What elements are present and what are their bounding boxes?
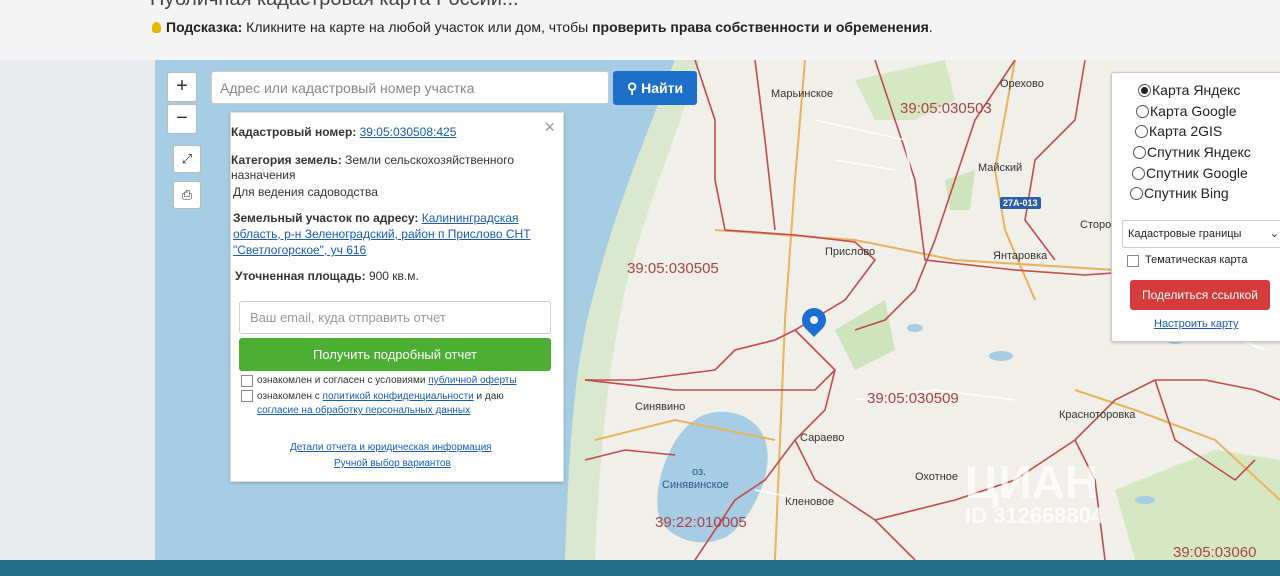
offer-text: ознакомлен и согласен с условиями: [257, 375, 429, 386]
place-label: Марьинское: [771, 88, 834, 100]
layer-option-google-map[interactable]: Карта Google: [1136, 103, 1237, 119]
address-link-cont[interactable]: область, р-н Зеленоградский, район п При…: [233, 227, 531, 241]
configure-map-link[interactable]: Настроить карту: [1154, 318, 1239, 330]
land-category-label: Категория земель:: [231, 153, 342, 167]
layer-option-2gis-map[interactable]: Карта 2GIS: [1135, 123, 1222, 139]
manual-select-link[interactable]: Ручной выбор вариантов: [334, 458, 451, 469]
privacy-text: ознакомлен с: [257, 391, 323, 402]
hint-bold: проверить права собственности и обремене…: [592, 19, 929, 35]
layer-option-yandex-satellite[interactable]: Спутник Яндекс: [1133, 144, 1251, 160]
watermark-logo: ЦИАН: [965, 456, 1099, 508]
lake-label: Синявинское: [662, 479, 729, 491]
layer-option-yandex-map[interactable]: Карта Яндекс: [1138, 82, 1240, 98]
overlay-select[interactable]: Кадастровые границы ⌄: [1122, 220, 1280, 248]
place-label: Красноторовка: [1059, 409, 1136, 421]
zoom-out-button[interactable]: −: [167, 104, 197, 134]
lightbulb-icon: [152, 22, 161, 33]
radio-icon[interactable]: [1130, 187, 1143, 200]
privacy-text-end: и даю: [473, 391, 504, 402]
print-icon[interactable]: ⎙: [173, 181, 201, 209]
get-report-button[interactable]: Получить подробный отчет: [239, 338, 551, 371]
place-label: Майский: [978, 162, 1023, 174]
watermark: ЦИАН ID 312668804: [965, 455, 1103, 529]
place-label: Синявино: [635, 401, 686, 413]
place-label: Орехово: [1000, 78, 1044, 90]
email-field[interactable]: [239, 301, 551, 334]
place-label: Янтаровка: [993, 250, 1048, 262]
cadastral-quarter-label: 39:05:030505: [627, 260, 719, 277]
fullscreen-icon[interactable]: ⤢: [173, 145, 201, 173]
radio-icon[interactable]: [1133, 146, 1146, 159]
land-category-value: Земли сельскохозяйственного: [345, 153, 515, 167]
hint-body: Кликните на карте на любой участок или д…: [242, 19, 593, 35]
area-value: 900 кв.м.: [368, 269, 419, 283]
privacy-checkbox[interactable]: [241, 390, 253, 402]
search-button[interactable]: ⚲ Найти: [613, 71, 697, 105]
cadastral-quarter-label: 39:05:030509: [867, 390, 959, 407]
cadastral-quarter-label: 39:05:030503: [900, 100, 992, 117]
close-icon[interactable]: ×: [544, 117, 555, 138]
privacy-link[interactable]: политикой конфиденциальности: [323, 391, 474, 402]
hint-end: .: [928, 19, 933, 35]
radio-icon[interactable]: [1136, 105, 1149, 118]
thematic-map-label: Тематическая карта: [1145, 254, 1248, 266]
cadastral-quarter-label: 39:22:010005: [655, 514, 747, 531]
radio-icon[interactable]: [1135, 125, 1148, 138]
parcel-info-card: × Кадастровый номер: 39:05:030508:425 Ка…: [230, 112, 564, 482]
lake-label: оз.: [692, 466, 707, 478]
place-label: Прислово: [825, 246, 876, 258]
offer-checkbox[interactable]: [241, 375, 253, 387]
search-input[interactable]: [211, 71, 609, 104]
bottom-bar: [0, 560, 1280, 576]
layer-option-bing-satellite[interactable]: Спутник Bing: [1130, 185, 1229, 201]
cadastral-number-link[interactable]: 39:05:030508:425: [360, 125, 457, 139]
place-label: Кленовое: [785, 496, 835, 508]
thematic-map-checkbox[interactable]: [1127, 255, 1139, 267]
address-link-cont[interactable]: "Светлогорское", уч 616: [233, 243, 366, 257]
address-link[interactable]: Калининградская: [422, 211, 519, 225]
land-usage: Для ведения садоводства: [233, 185, 378, 199]
chevron-down-icon: ⌄: [1269, 228, 1279, 240]
road-badge: 27А-013: [1000, 197, 1041, 209]
cadastral-quarter-label: 39:05:03060: [1173, 544, 1257, 560]
search-button-label: Найти: [641, 80, 684, 96]
page-header: Публичная кадастровая карта России... По…: [0, 0, 1280, 60]
search-icon: ⚲: [626, 80, 642, 96]
offer-link[interactable]: публичной оферты: [428, 375, 516, 386]
cadastral-number-label: Кадастровый номер:: [231, 125, 357, 139]
hint-label: Подсказка:: [166, 19, 243, 35]
page-title: Публичная кадастровая карта России...: [150, 0, 519, 11]
layer-option-google-satellite[interactable]: Спутник Google: [1132, 165, 1248, 181]
map-layers-panel: Карта Яндекс Карта Google Карта 2GIS Спу…: [1111, 72, 1280, 342]
watermark-id: ID 312668804: [965, 503, 1104, 528]
area-label: Уточненная площадь:: [235, 269, 366, 283]
place-label: Сараево: [800, 432, 845, 444]
radio-icon[interactable]: [1132, 167, 1145, 180]
consent-link[interactable]: согласие на обработку персональных данны…: [257, 405, 470, 416]
hint-text: Подсказка: Кликните на карте на любой уч…: [152, 19, 933, 35]
address-label: Земельный участок по адресу:: [233, 211, 419, 225]
radio-selected-icon[interactable]: [1138, 84, 1151, 97]
place-label: Охотное: [915, 471, 959, 483]
overlay-select-value: Кадастровые границы: [1128, 228, 1242, 240]
zoom-in-button[interactable]: +: [167, 72, 197, 102]
land-category-value-cont: назначения: [231, 168, 296, 182]
report-details-link[interactable]: Детали отчета и юридическая информация: [290, 442, 492, 453]
share-link-button[interactable]: Поделиться ссылкой: [1130, 280, 1270, 310]
